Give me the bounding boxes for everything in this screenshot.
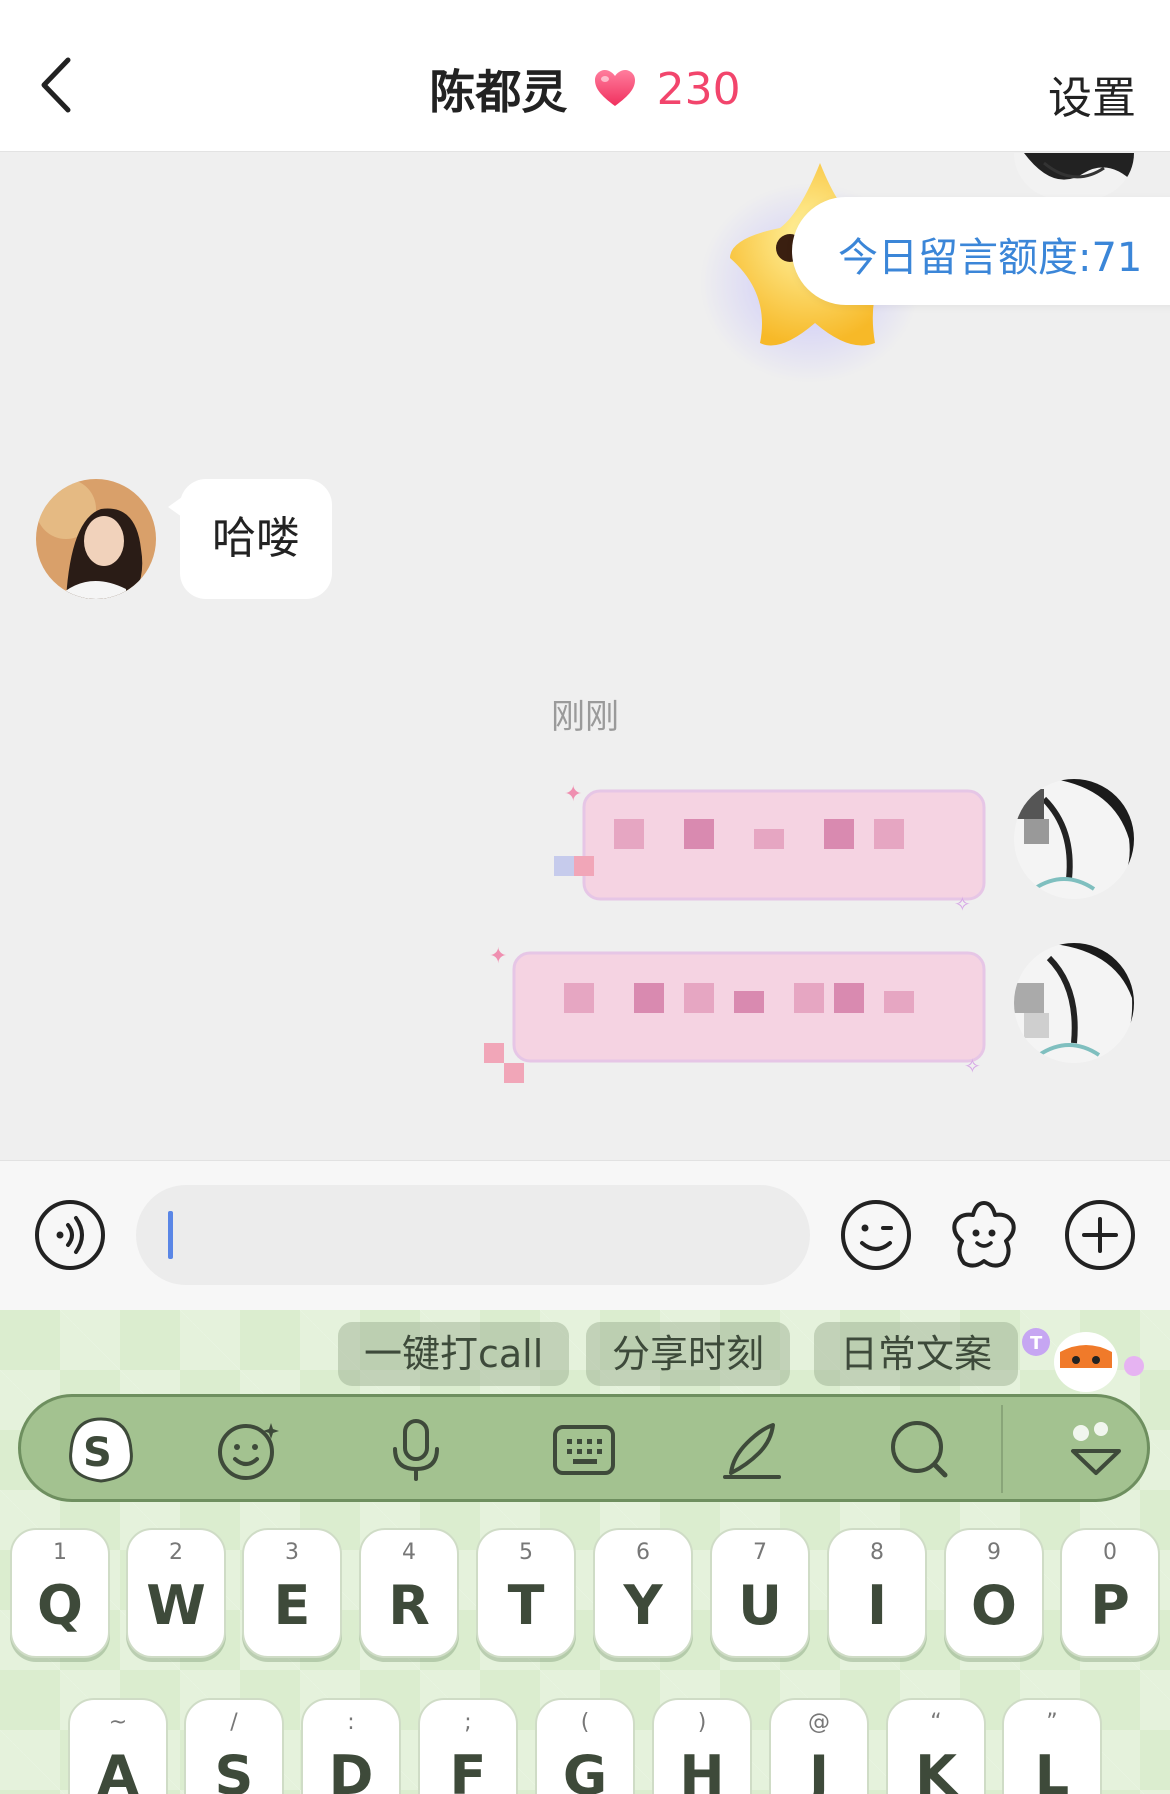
search-icon[interactable]	[885, 1417, 955, 1483]
key-r[interactable]: 4R	[359, 1528, 459, 1658]
quota-text: 今日留言额度:71	[838, 235, 1143, 281]
sogou-logo-icon[interactable]: S	[61, 1411, 141, 1489]
chip-share-moment[interactable]: 分享时刻	[586, 1322, 791, 1386]
key-s[interactable]: / S	[184, 1698, 284, 1794]
settings-button[interactable]: 设置	[1048, 62, 1136, 126]
intimacy-score: 230	[656, 63, 741, 115]
title-area: 陈都灵 230	[0, 56, 1170, 122]
toolbar-divider	[1001, 1405, 1003, 1493]
key-d[interactable]: :D	[301, 1698, 401, 1794]
key-u[interactable]: 7U	[710, 1528, 810, 1658]
key-a[interactable]: ~ A	[68, 1698, 168, 1794]
key-p[interactable]: 0P	[1060, 1528, 1160, 1658]
key-i[interactable]: 8I	[827, 1528, 927, 1658]
key-k[interactable]: “K	[886, 1698, 986, 1794]
key-y[interactable]: 6Y	[593, 1528, 693, 1658]
my-avatar[interactable]	[1014, 943, 1134, 1063]
key-g[interactable]: (G	[535, 1698, 635, 1794]
message-quota-badge: 今日留言额度:71	[792, 197, 1170, 305]
pen-icon[interactable]	[717, 1417, 787, 1483]
sent-message-bubble[interactable]: ✦ ✧	[484, 933, 1004, 1093]
contact-name: 陈都灵	[429, 65, 568, 119]
svg-text:✧: ✧	[964, 1054, 981, 1078]
keyboard-toolbar: S	[18, 1394, 1150, 1502]
collapse-keyboard-icon[interactable]	[1061, 1417, 1131, 1483]
svg-text:✦: ✦	[564, 782, 582, 807]
mascot-icon[interactable]: T	[1020, 1316, 1150, 1396]
message-input[interactable]	[136, 1185, 810, 1285]
message-timestamp: 刚刚	[551, 697, 619, 737]
plus-icon[interactable]	[1062, 1197, 1138, 1273]
svg-text:✧: ✧	[954, 892, 971, 916]
chip-quick-call[interactable]: 一键打call	[338, 1322, 570, 1386]
heart-icon	[595, 70, 635, 106]
key-j[interactable]: @ J	[769, 1698, 869, 1794]
chat-header: 陈都灵 230 设置	[0, 0, 1170, 152]
key-q[interactable]: 1Q	[10, 1528, 110, 1658]
key-t[interactable]: 5T	[476, 1528, 576, 1658]
received-message-bubble[interactable]: 哈喽	[168, 479, 332, 599]
key-h[interactable]: ) H	[652, 1698, 752, 1794]
chip-daily-copy[interactable]: 日常文案	[814, 1322, 1019, 1386]
key-w[interactable]: 2W	[126, 1528, 226, 1658]
my-avatar[interactable]	[1014, 779, 1134, 899]
contact-avatar[interactable]	[36, 479, 156, 599]
emoji-icon[interactable]	[838, 1197, 914, 1273]
chat-area[interactable]: 今日留言额度:71 哈喽 刚刚 ✦ ✧ ✦ ✧	[0, 153, 1170, 1160]
sent-message-bubble[interactable]: ✦ ✧	[554, 771, 1004, 921]
key-f[interactable]: ; F	[418, 1698, 518, 1794]
microphone-icon[interactable]	[381, 1417, 451, 1483]
sticker-icon[interactable]	[946, 1197, 1022, 1273]
key-e[interactable]: 3E	[242, 1528, 342, 1658]
svg-text:✦: ✦	[489, 944, 507, 969]
keyboard: 一键打call 分享时刻 日常文案 T S 1 Q 2 W 3 E 4 R 5 …	[0, 1310, 1170, 1794]
key-l[interactable]: ” L	[1002, 1698, 1102, 1794]
message-input-bar	[0, 1160, 1170, 1310]
emoji-icon[interactable]	[213, 1417, 283, 1483]
voice-icon[interactable]	[32, 1197, 108, 1273]
my-avatar-partial	[1014, 153, 1134, 199]
svg-text:T: T	[1030, 1333, 1043, 1354]
text-cursor	[168, 1211, 173, 1259]
key-o[interactable]: 9O	[944, 1528, 1044, 1658]
svg-text:S: S	[83, 1430, 112, 1476]
keyboard-layout-icon[interactable]	[549, 1417, 619, 1483]
